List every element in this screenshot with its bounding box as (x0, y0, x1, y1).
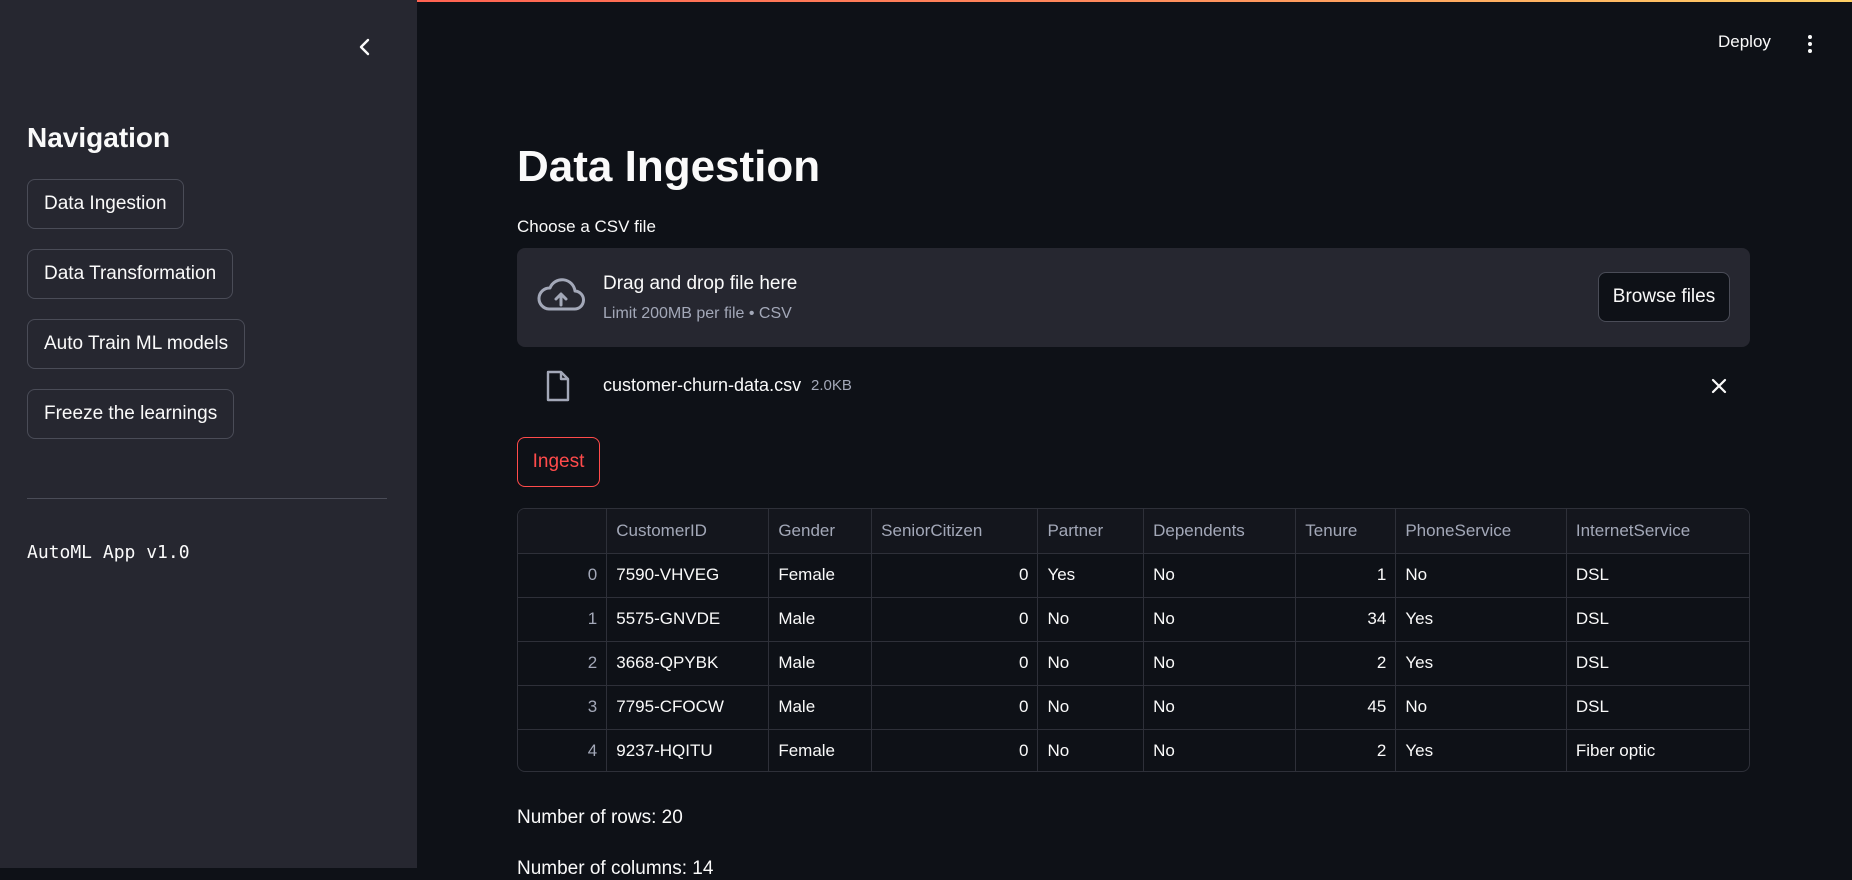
nav-auto-train-button[interactable]: Auto Train ML models (27, 319, 246, 369)
row-index[interactable]: 2 (518, 641, 608, 686)
sidebar: Navigation Data Ingestion Data Transform… (0, 0, 417, 868)
column-header[interactable]: PhoneService (1395, 509, 1567, 554)
dataframe: CustomerID Gender SeniorCitizen Partner Depe… (518, 509, 1749, 771)
sidebar-divider (27, 498, 387, 499)
chevron-left-icon (359, 38, 370, 56)
nav-data-ingestion-button[interactable]: Data Ingestion (27, 179, 184, 229)
file-uploader-label: Choose a CSV file (517, 217, 656, 236)
table-row[interactable]: 49237-HQITUFemale0NoNo2YesFiber opticMon… (518, 729, 1749, 771)
browse-files-button[interactable]: Browse files (1598, 272, 1730, 322)
row-index[interactable]: 3 (518, 685, 608, 730)
table-cell[interactable]: 34 (1295, 597, 1397, 642)
main-menu-button[interactable] (1800, 32, 1820, 56)
table-cell[interactable]: 2 (1295, 729, 1397, 771)
table-cell[interactable]: 7590-VHVEG (606, 553, 770, 598)
table-cell[interactable]: DSL (1566, 685, 1749, 730)
table-row[interactable]: 07590-VHVEGFemale0YesNo1NoDSLMonth-to-mo… (518, 553, 1749, 598)
table-cell[interactable]: DSL (1566, 597, 1749, 642)
row-index[interactable]: 1 (518, 597, 608, 642)
deploy-button[interactable]: Deploy (1718, 32, 1771, 52)
kebab-dot (1808, 49, 1812, 53)
table-cell[interactable]: No (1037, 641, 1145, 686)
kebab-menu-icon (1808, 35, 1812, 39)
table-row[interactable]: 23668-QPYBKMale0NoNo2YesDSLMonth-to-mont… (518, 641, 1749, 686)
ingest-button[interactable]: Ingest (517, 437, 600, 487)
uploaded-file-row: customer-churn-data.csv 2.0KB (517, 366, 1750, 406)
table-cell[interactable]: 45 (1295, 685, 1397, 730)
cloud-upload-icon (537, 278, 585, 311)
column-header[interactable]: Partner (1037, 509, 1145, 554)
table-cell[interactable]: 2 (1295, 641, 1397, 686)
table-cell[interactable]: No (1143, 729, 1297, 771)
uploaded-file-size: 2.0KB (811, 377, 852, 394)
sidebar-title: Navigation (27, 122, 171, 153)
file-icon (546, 370, 570, 402)
table-cell[interactable]: 5575-GNVDE (606, 597, 770, 642)
dropzone-title: Drag and drop file here (603, 273, 798, 294)
table-cell[interactable]: No (1037, 729, 1145, 771)
column-header[interactable]: Tenure (1295, 509, 1397, 554)
column-count-text: Number of columns: 14 (517, 858, 714, 879)
kebab-dot (1808, 42, 1812, 46)
table-cell[interactable]: Fiber optic (1566, 729, 1749, 771)
close-icon[interactable] (1709, 376, 1729, 396)
table-cell[interactable]: No (1395, 553, 1567, 598)
table-row[interactable]: 15575-GNVDEMale0NoNo34YesDSLOne yearNoMa… (518, 597, 1749, 642)
nav-freeze-learnings-button[interactable]: Freeze the learnings (27, 389, 235, 439)
table-cell[interactable]: Yes (1395, 641, 1567, 686)
index-header[interactable] (518, 509, 608, 554)
table-cell[interactable]: Male (768, 685, 873, 730)
table-cell[interactable]: 0 (871, 729, 1039, 771)
table-cell[interactable]: No (1037, 597, 1145, 642)
table-cell[interactable]: 3668-QPYBK (606, 641, 770, 686)
column-header[interactable]: InternetService (1566, 509, 1749, 554)
table-cell[interactable]: No (1037, 685, 1145, 730)
table-cell[interactable]: 0 (871, 685, 1039, 730)
table-cell[interactable]: Yes (1037, 553, 1145, 598)
table-row[interactable]: 37795-CFOCWMale0NoNo45NoDSLOne yearNoBan… (518, 685, 1749, 730)
table-cell[interactable]: DSL (1566, 641, 1749, 686)
table-cell[interactable]: Male (768, 597, 873, 642)
app-version-text: AutoML App v1.0 (27, 542, 190, 563)
table-cell[interactable]: No (1143, 641, 1297, 686)
row-index[interactable]: 0 (518, 553, 608, 598)
uploaded-file-name: customer-churn-data.csv (603, 375, 802, 395)
page-title: Data Ingestion (517, 142, 821, 191)
table-body: 07590-VHVEGFemale0YesNo1NoDSLMonth-to-mo… (518, 553, 1749, 771)
table-cell[interactable]: Yes (1395, 729, 1567, 771)
dropzone-subtitle: Limit 200MB per file • CSV (603, 305, 792, 322)
table-cell[interactable]: No (1143, 553, 1297, 598)
table-cell[interactable]: Yes (1395, 597, 1567, 642)
table-cell[interactable]: 0 (871, 597, 1039, 642)
column-header[interactable]: Dependents (1143, 509, 1297, 554)
table-header-row: CustomerID Gender SeniorCitizen Partner Depe… (518, 509, 1749, 554)
table-cell[interactable]: No (1143, 597, 1297, 642)
table-cell[interactable]: Male (768, 641, 873, 686)
table-cell[interactable]: 0 (871, 641, 1039, 686)
column-header[interactable]: CustomerID (606, 509, 770, 554)
table-cell[interactable]: DSL (1566, 553, 1749, 598)
table-cell[interactable]: Female (768, 553, 873, 598)
data-preview-table[interactable]: CustomerID Gender SeniorCitizen Partner Depe… (517, 508, 1750, 772)
table-cell[interactable]: No (1395, 685, 1567, 730)
table-cell[interactable]: 9237-HQITU (606, 729, 770, 771)
table-cell[interactable]: 1 (1295, 553, 1397, 598)
file-dropzone[interactable]: Drag and drop file here Limit 200MB per … (517, 248, 1750, 347)
table-cell[interactable]: 7795-CFOCW (606, 685, 770, 730)
table-cell[interactable]: No (1143, 685, 1297, 730)
table-cell[interactable]: Female (768, 729, 873, 771)
column-header[interactable]: SeniorCitizen (871, 509, 1039, 554)
row-index[interactable]: 4 (518, 729, 608, 771)
table-cell[interactable]: 0 (871, 553, 1039, 598)
row-count-text: Number of rows: 20 (517, 807, 683, 828)
column-header[interactable]: Gender (768, 509, 873, 554)
collapse-sidebar-button[interactable] (352, 34, 378, 60)
nav-data-transformation-button[interactable]: Data Transformation (27, 249, 234, 299)
